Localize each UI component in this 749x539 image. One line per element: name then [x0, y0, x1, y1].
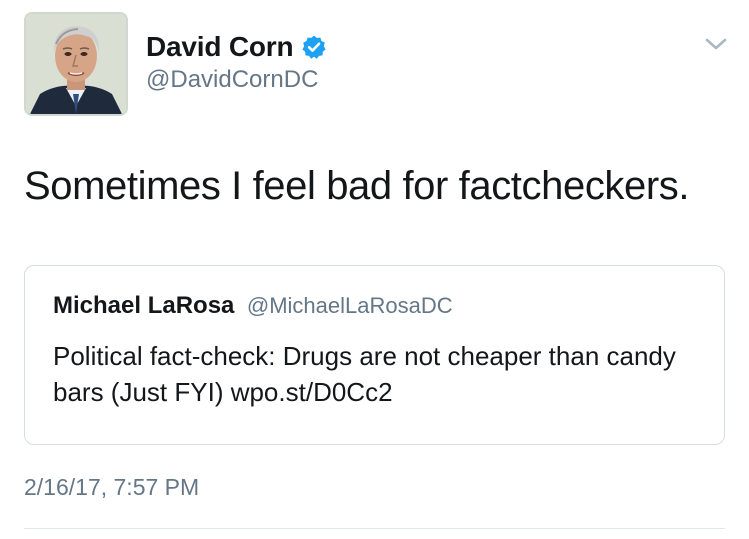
- author-avatar[interactable]: [24, 12, 128, 116]
- author-name-row[interactable]: David Corn: [146, 30, 327, 64]
- quoted-tweet-header: Michael LaRosa @MichaelLaRosaDC: [53, 292, 453, 320]
- quoted-tweet-text: Political fact-check: Drugs are not chea…: [53, 341, 676, 407]
- tweet-timestamp[interactable]: 2/16/17, 7:57 PM: [24, 474, 199, 501]
- chevron-down-icon[interactable]: [702, 34, 730, 54]
- divider: [24, 528, 725, 529]
- author-display-name[interactable]: David Corn: [146, 31, 294, 63]
- quoted-tweet-card[interactable]: Michael LaRosa @MichaelLaRosaDC Politica…: [24, 265, 725, 445]
- author-handle[interactable]: @DavidCornDC: [146, 66, 318, 94]
- tweet: David Corn @DavidCornDC Sometimes I feel…: [0, 0, 749, 539]
- quoted-tweet-display-name: Michael LaRosa: [53, 292, 235, 319]
- quoted-tweet-handle: @MichaelLaRosaDC: [246, 293, 453, 318]
- verified-badge-icon: [301, 34, 327, 60]
- tweet-text: Sometimes I feel bad for factcheckers.: [24, 164, 690, 208]
- avatar-image: [26, 14, 126, 114]
